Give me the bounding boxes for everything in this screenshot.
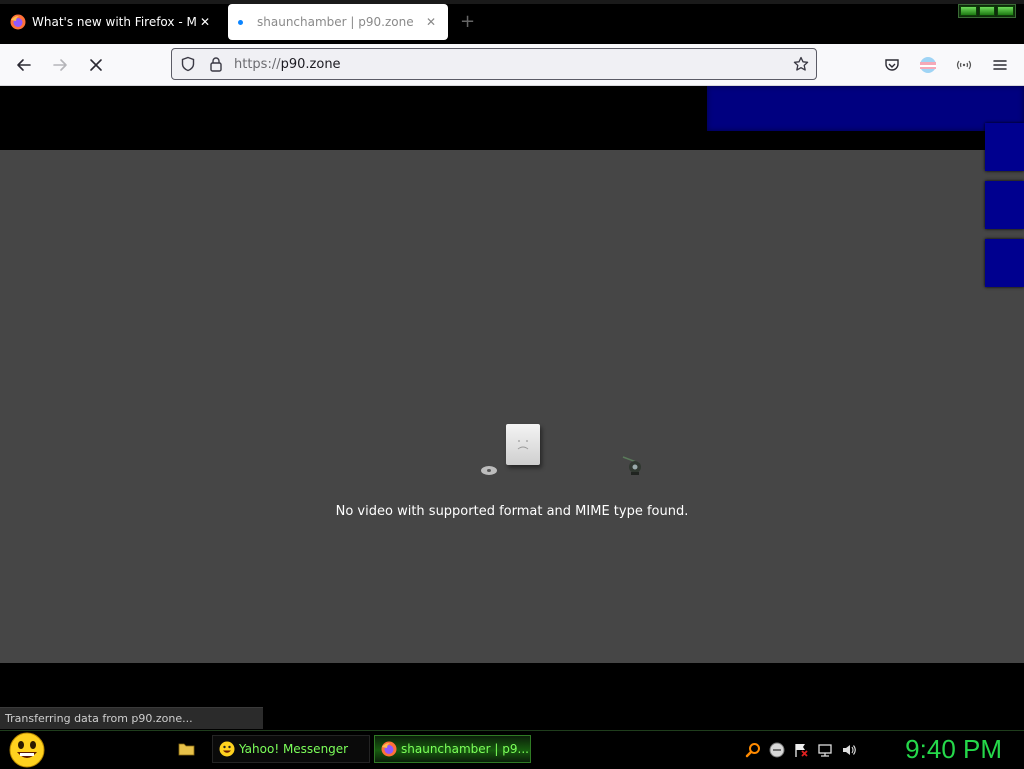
search-icon[interactable] — [744, 741, 762, 759]
taskbar-item-firefox[interactable]: shaunchamber | p9... — [374, 735, 531, 763]
account-avatar-icon — [920, 57, 936, 73]
firefox-icon — [381, 741, 397, 757]
video-player[interactable]: No video with supported format and MIME … — [0, 150, 1024, 663]
close-tab-icon[interactable]: ✕ — [196, 15, 214, 29]
tab-loading-indicator-icon — [238, 19, 243, 25]
back-arrow-icon — [17, 59, 31, 71]
forward-arrow-icon — [53, 59, 67, 71]
taskbar: Yahoo! Messenger shaunchamber | p9... 9:… — [0, 730, 1024, 769]
video-error-message: No video with supported format and MIME … — [335, 504, 689, 519]
account-button[interactable] — [915, 52, 941, 78]
navigation-toolbar: https://p90.zone — [0, 44, 1024, 86]
start-button-smiley-icon[interactable] — [8, 731, 46, 769]
firefox-icon — [10, 14, 26, 30]
folder-icon[interactable] — [178, 741, 195, 756]
forward-button[interactable] — [47, 52, 73, 78]
extension-button[interactable] — [951, 52, 977, 78]
close-window-button[interactable] — [997, 6, 1015, 16]
url-domain: p90.zone — [280, 56, 341, 72]
app-menu-button[interactable] — [987, 52, 1013, 78]
tab-shaunchamber[interactable]: shaunchamber | p90.zone ✕ — [228, 4, 448, 40]
back-button[interactable] — [11, 52, 37, 78]
messenger-status-icon[interactable] — [768, 741, 786, 759]
url-input[interactable]: https://p90.zone — [234, 57, 786, 72]
window-controls[interactable] — [958, 4, 1016, 18]
taskbar-clock[interactable]: 9:40 PM — [872, 731, 1002, 767]
webcam-icon — [622, 456, 641, 475]
bookmark-star-icon[interactable] — [786, 56, 816, 72]
taskbar-item-label: shaunchamber | p9... — [401, 742, 529, 756]
tracking-protection-shield-icon[interactable] — [174, 49, 202, 79]
tab-whats-new[interactable]: What's new with Firefox - More ✕ — [0, 4, 222, 40]
pocket-icon — [885, 59, 899, 71]
blue-banner — [707, 86, 1024, 131]
blue-square-block — [985, 239, 1024, 287]
taskbar-item-label: Yahoo! Messenger — [239, 742, 349, 756]
maximize-button[interactable] — [978, 6, 996, 16]
stop-button[interactable] — [83, 52, 109, 78]
broadcast-extension-icon — [956, 60, 972, 70]
disc-icon — [481, 466, 497, 475]
close-tab-icon[interactable]: ✕ — [422, 15, 440, 29]
blue-square-block — [985, 123, 1024, 171]
status-panel: Transferring data from p90.zone... — [0, 707, 263, 729]
yahoo-smiley-icon — [219, 741, 235, 757]
blue-square-block — [985, 181, 1024, 229]
tab-title: What's new with Firefox - More — [32, 15, 196, 29]
page-content: No video with supported format and MIME … — [0, 86, 1024, 706]
minimize-button[interactable] — [960, 6, 977, 16]
network-icon[interactable] — [816, 741, 834, 759]
new-tab-button[interactable]: + — [460, 12, 475, 32]
address-bar[interactable]: https://p90.zone — [171, 48, 817, 80]
volume-icon[interactable] — [840, 741, 858, 759]
action-center-flag-icon[interactable] — [792, 741, 810, 759]
url-protocol: https:// — [234, 56, 281, 72]
broken-file-icon — [506, 424, 540, 465]
hamburger-menu-icon — [993, 60, 1007, 70]
tab-title: shaunchamber | p90.zone — [257, 15, 414, 29]
pocket-button[interactable] — [879, 52, 905, 78]
tab-strip: What's new with Firefox - More ✕ shaunch… — [0, 0, 1024, 44]
stop-x-icon — [90, 59, 102, 71]
taskbar-item-yahoo-messenger[interactable]: Yahoo! Messenger — [212, 735, 370, 763]
lock-icon[interactable] — [202, 49, 230, 79]
